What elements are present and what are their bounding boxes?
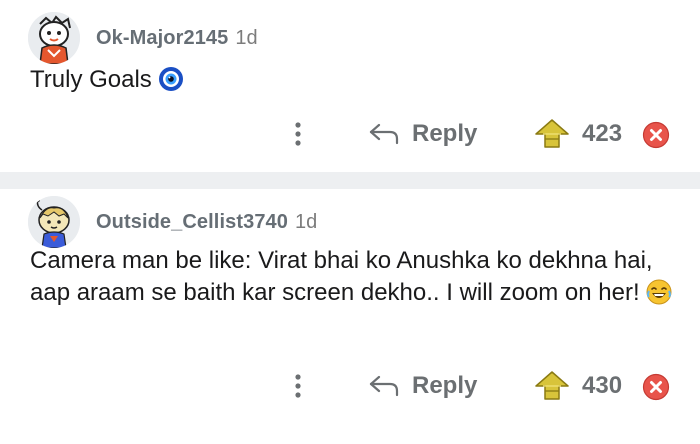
reply-button[interactable]: Reply — [368, 116, 477, 152]
avatar[interactable] — [28, 12, 80, 64]
red-x-circle-icon — [642, 373, 670, 401]
comment-text: Truly Goals — [30, 66, 152, 93]
comment-header: Outside_Cellist3740 1d — [28, 194, 317, 250]
nazar-amulet-icon — [158, 66, 184, 101]
comment: Ok-Major2145 1d Truly Goals Reply 423 — [0, 0, 700, 172]
comment-actions: Reply 423 — [0, 112, 700, 156]
gold-arrow-up-icon — [535, 119, 569, 148]
username[interactable]: Ok-Major2145 — [96, 27, 228, 50]
comment-text: Camera man be like: Virat bhai ko Anushk… — [30, 247, 653, 306]
reply-arrow-icon — [369, 375, 399, 397]
vertical-dots-icon — [295, 122, 301, 146]
comment-body: Camera man be like: Virat bhai ko Anushk… — [30, 245, 676, 314]
comment-age: 1d — [235, 26, 258, 49]
username[interactable]: Outside_Cellist3740 — [96, 211, 288, 234]
red-x-circle-icon — [642, 121, 670, 149]
comment: Outside_Cellist3740 1d Camera man be lik… — [0, 189, 700, 443]
vote-score: 423 — [582, 120, 623, 147]
reply-label: Reply — [412, 120, 478, 147]
avatar[interactable] — [28, 196, 80, 248]
more-options-button[interactable] — [286, 370, 310, 402]
comment-body: Truly Goals — [30, 64, 676, 101]
comment-divider — [0, 172, 700, 189]
snoo-avatar-icon — [28, 196, 80, 248]
reply-button[interactable]: Reply — [368, 368, 477, 404]
comment-header: Ok-Major2145 1d — [28, 10, 258, 66]
upvote-button[interactable] — [534, 118, 570, 150]
snoo-avatar-icon — [28, 12, 80, 64]
reply-label: Reply — [412, 372, 478, 399]
comment-actions: Reply 430 — [0, 364, 700, 408]
laughing-face-icon — [646, 279, 672, 314]
comment-age: 1d — [295, 210, 318, 233]
reply-arrow-icon — [369, 123, 399, 145]
vote-score: 430 — [582, 372, 623, 399]
downvote-button[interactable] — [642, 373, 670, 401]
gold-arrow-up-icon — [535, 371, 569, 400]
more-options-button[interactable] — [286, 118, 310, 150]
downvote-button[interactable] — [642, 121, 670, 149]
upvote-button[interactable] — [534, 370, 570, 402]
vertical-dots-icon — [295, 374, 301, 398]
